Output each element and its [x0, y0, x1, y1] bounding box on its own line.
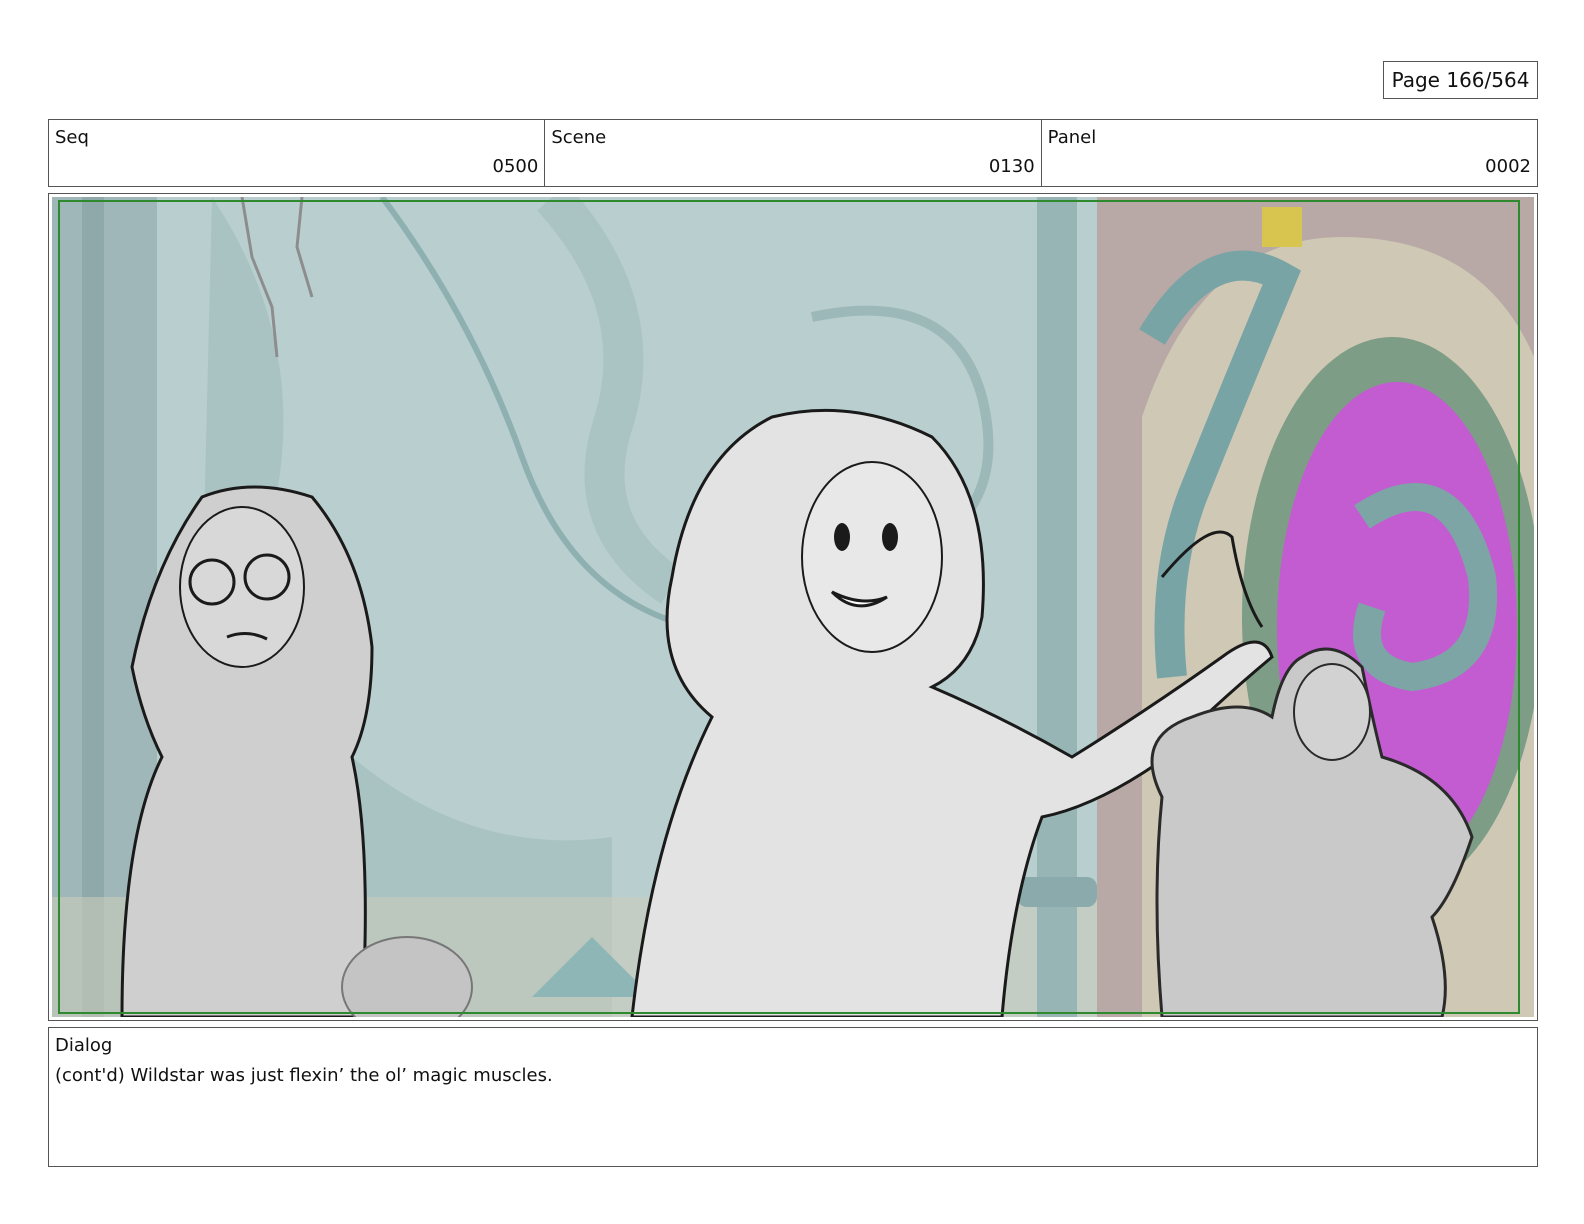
seq-cell: Seq 0500 — [49, 120, 546, 186]
page-number: Page 166/564 — [1383, 61, 1538, 99]
panel-value: 0002 — [1485, 156, 1531, 177]
seq-value: 0500 — [492, 156, 539, 177]
dialog-label: Dialog — [55, 1035, 113, 1056]
panel-label: Panel — [1047, 127, 1097, 148]
dialog-box: Dialog (cont'd) Wildstar was just flexin… — [48, 1027, 1538, 1167]
storyboard-panel — [48, 193, 1538, 1021]
storyboard-sketch-icon — [52, 197, 1534, 1017]
dialog-text: (cont'd) Wildstar was just flexin’ the o… — [55, 1065, 553, 1086]
scene-value: 0130 — [988, 156, 1035, 177]
scene-label: Scene — [551, 127, 607, 148]
seq-label: Seq — [55, 127, 89, 148]
panel-header: Seq 0500 Scene 0130 Panel 0002 — [48, 119, 1538, 187]
panel-cell: Panel 0002 — [1042, 120, 1537, 186]
scene-cell: Scene 0130 — [545, 120, 1042, 186]
